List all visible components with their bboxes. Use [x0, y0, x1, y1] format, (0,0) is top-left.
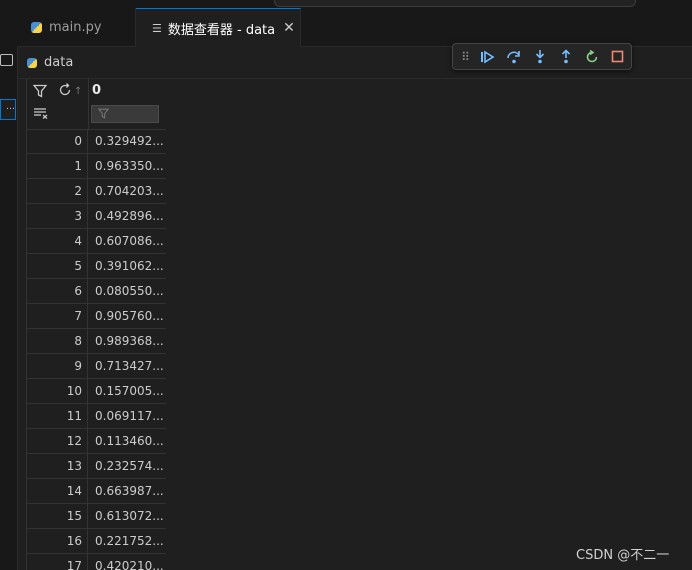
step-over-icon[interactable]	[505, 50, 522, 64]
command-center[interactable]	[274, 0, 636, 7]
python-icon	[31, 21, 42, 33]
step-into-icon[interactable]	[531, 49, 548, 64]
watermark: CSDN @不二一	[576, 548, 670, 563]
title-bar	[0, 0, 692, 8]
row-index: 7	[27, 304, 88, 328]
cell-value[interactable]: 0.905760...	[88, 304, 166, 328]
document-icon: ☰	[152, 21, 162, 35]
row-index: 1	[27, 154, 88, 178]
sort-arrow-icon: ↑	[74, 86, 83, 97]
selected-item[interactable]: …	[0, 99, 16, 120]
row-index: 6	[27, 279, 88, 303]
cell-value[interactable]: 0.329492...	[88, 129, 166, 153]
row-index: 12	[27, 429, 88, 453]
cell-value[interactable]: 0.157005...	[88, 379, 166, 403]
row-index: 8	[27, 329, 88, 353]
restart-icon[interactable]	[583, 49, 600, 64]
breadcrumb-label[interactable]: data	[44, 55, 73, 70]
cell-value[interactable]: 0.492896...	[88, 204, 166, 228]
table-row[interactable]: 5 0.391062...	[27, 254, 166, 279]
table-row[interactable]: 6 0.080550...	[27, 279, 166, 304]
table-row[interactable]: 1 0.963350...	[27, 154, 166, 179]
cell-value[interactable]: 0.663987...	[88, 479, 166, 503]
tab-data-viewer[interactable]: ☰ 数据查看器 - data ✕	[136, 8, 301, 47]
cell-value[interactable]: 0.613072...	[88, 504, 166, 528]
debug-toolbar: ⠿	[452, 43, 632, 70]
cell-value[interactable]: 0.963350...	[88, 154, 166, 178]
cell-value[interactable]: 0.989368...	[88, 329, 166, 353]
clear-filter-icon[interactable]	[33, 107, 49, 123]
table-row[interactable]: 7 0.905760...	[27, 304, 166, 329]
activity-bar: …	[0, 8, 18, 570]
cell-value[interactable]: 0.704203...	[88, 179, 166, 203]
data-grid: ↑ 0 0 0.329492... 1 0.963350... 2 0.704203...…	[26, 79, 166, 570]
editor-tab-bar: main.py ☰ 数据查看器 - data ✕	[17, 8, 692, 47]
close-icon[interactable]: ✕	[283, 20, 295, 36]
column-filter-input[interactable]	[91, 105, 159, 123]
row-index: 2	[27, 179, 88, 203]
filter-icon[interactable]	[32, 84, 48, 102]
row-index: 4	[27, 229, 88, 253]
row-index: 13	[27, 454, 88, 478]
cell-value[interactable]: 0.069117...	[88, 404, 166, 428]
tab-label: main.py	[49, 19, 102, 35]
cell-value[interactable]: 0.391062...	[88, 254, 166, 278]
python-icon	[27, 57, 37, 68]
drag-handle-icon[interactable]: ⠿	[461, 50, 470, 64]
row-index: 14	[27, 479, 88, 503]
table-row[interactable]: 11 0.069117...	[27, 404, 166, 429]
cell-value[interactable]: 0.080550...	[88, 279, 166, 303]
table-row[interactable]: 14 0.663987...	[27, 479, 166, 504]
column-header[interactable]: 0	[92, 83, 101, 98]
cell-value[interactable]: 0.713427...	[88, 354, 166, 378]
copy-icon[interactable]	[0, 54, 13, 66]
row-index: 10	[27, 379, 88, 403]
table-row[interactable]: 0 0.329492...	[27, 129, 166, 154]
cell-value[interactable]: 0.420210...	[88, 554, 166, 570]
table-row[interactable]: 10 0.157005...	[27, 379, 166, 404]
grid-rows: 0 0.329492... 1 0.963350... 2 0.704203... 3 0.4…	[27, 129, 166, 570]
cell-value[interactable]: 0.607086...	[88, 229, 166, 253]
row-index: 3	[27, 204, 88, 228]
continue-icon[interactable]	[479, 50, 496, 64]
tab-label: 数据查看器 - data	[167, 22, 276, 38]
table-row[interactable]: 2 0.704203...	[27, 179, 166, 204]
step-out-icon[interactable]	[557, 49, 574, 64]
row-index: 15	[27, 504, 88, 528]
cell-value[interactable]: 0.221752...	[88, 529, 166, 553]
row-index: 11	[27, 404, 88, 428]
row-index: 0	[27, 129, 88, 153]
table-row[interactable]: 13 0.232574...	[27, 454, 166, 479]
row-index: 16	[27, 529, 88, 553]
table-row[interactable]: 8 0.989368...	[27, 329, 166, 354]
refresh-icon[interactable]	[58, 83, 72, 101]
table-row[interactable]: 16 0.221752...	[27, 529, 166, 554]
table-row[interactable]: 17 0.420210...	[27, 554, 166, 570]
cell-value[interactable]: 0.232574...	[88, 454, 166, 478]
table-row[interactable]: 12 0.113460...	[27, 429, 166, 454]
row-index: 17	[27, 554, 88, 570]
row-index: 9	[27, 354, 88, 378]
table-row[interactable]: 4 0.607086...	[27, 229, 166, 254]
table-row[interactable]: 15 0.613072...	[27, 504, 166, 529]
table-row[interactable]: 9 0.713427...	[27, 354, 166, 379]
table-row[interactable]: 3 0.492896...	[27, 204, 166, 229]
cell-value[interactable]: 0.113460...	[88, 429, 166, 453]
grid-corner: ↑	[27, 79, 89, 129]
row-index: 5	[27, 254, 88, 278]
stop-icon[interactable]	[609, 50, 626, 63]
tab-main-py[interactable]: main.py	[17, 8, 136, 46]
grid-header: ↑ 0	[27, 79, 166, 130]
